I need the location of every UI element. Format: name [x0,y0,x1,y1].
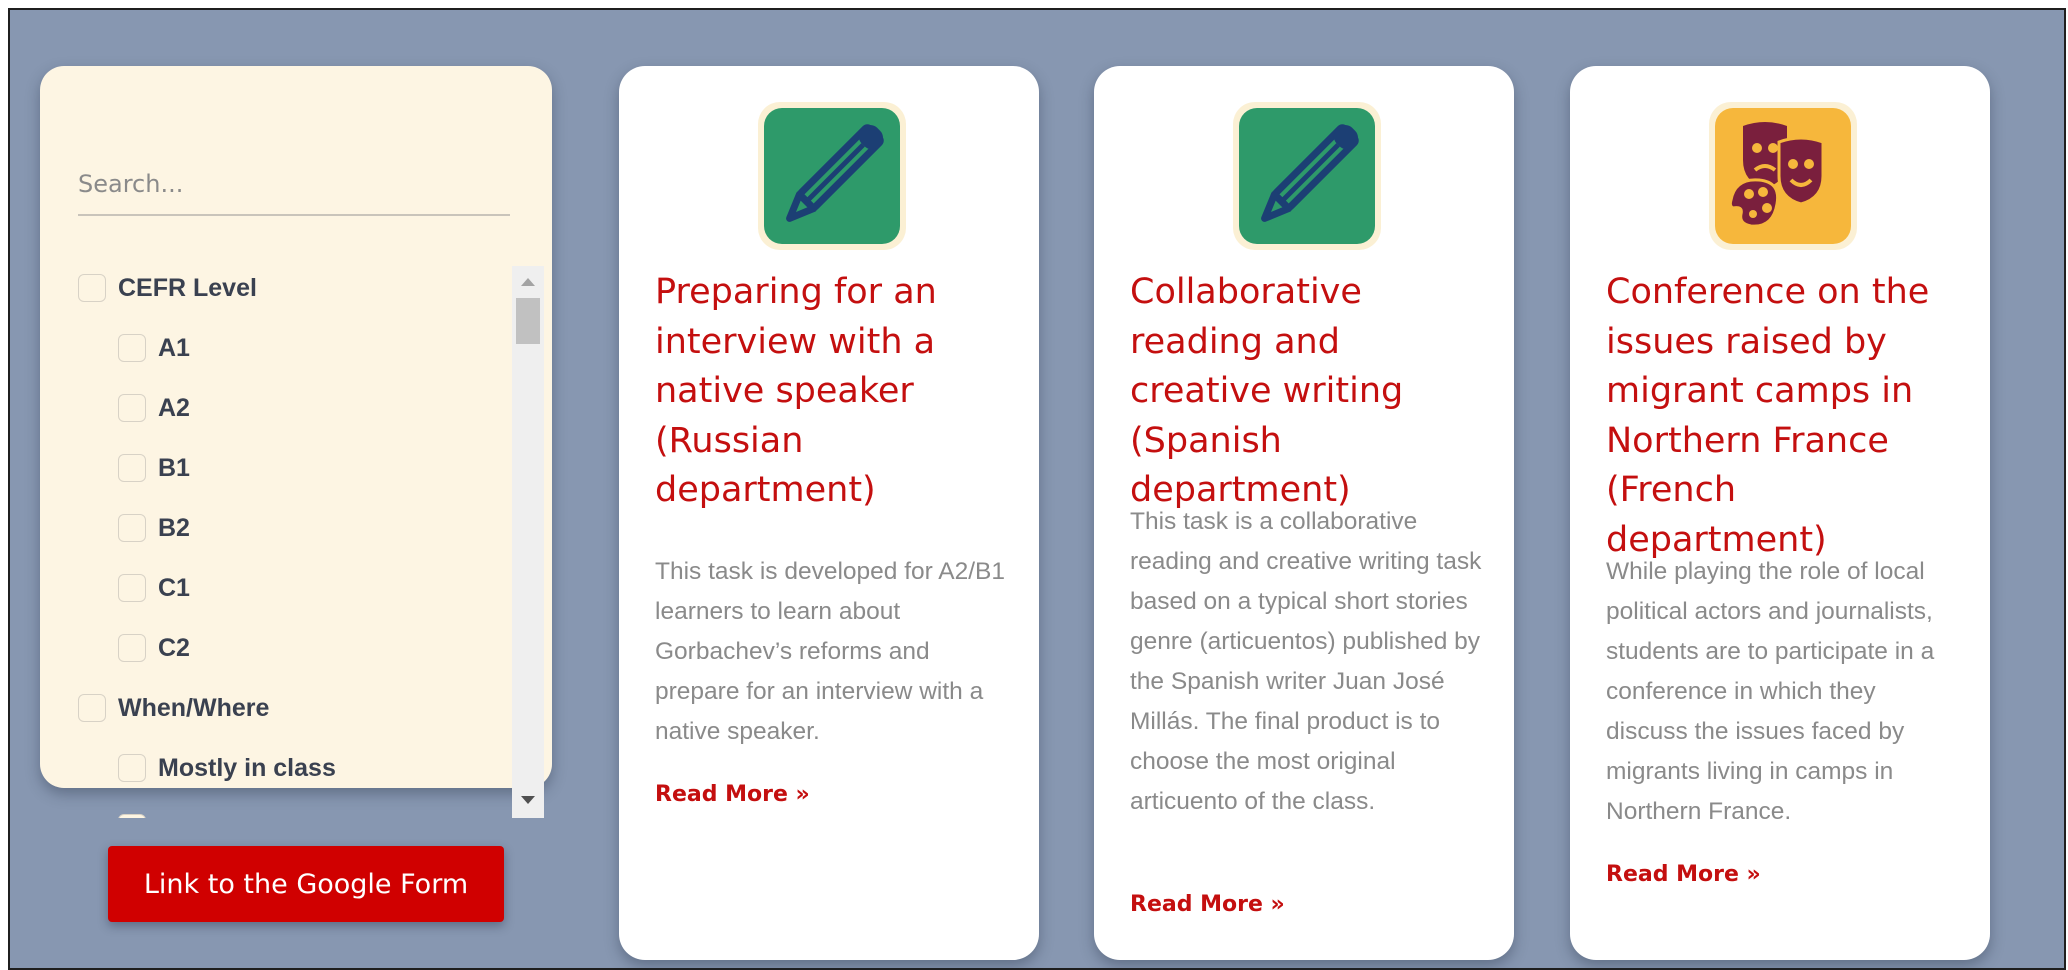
task-card-spanish: Collaborative reading and creative writi… [1094,66,1514,960]
scroll-up-arrow-icon[interactable] [521,278,535,286]
checkbox[interactable] [78,274,106,302]
filter-item-label: B1 [158,453,190,482]
filter-item-label: C2 [158,633,190,662]
filter-item-label: CEFR Level [118,273,257,302]
filter-item-cefr-level[interactable]: CEFR Level [78,268,257,308]
filter-item-label: When/Where [118,693,270,722]
checkbox[interactable] [118,634,146,662]
filter-item-a1[interactable]: A1 [118,328,190,368]
theater-masks-palette-icon [1709,102,1857,250]
filter-item-mostly-in-class[interactable]: Mostly in class [118,748,336,788]
search-input[interactable] [78,160,510,216]
card-description: This task is a collaborative reading and… [1130,508,1482,815]
filter-item-label: A1 [158,333,190,362]
pencil-icon [1233,102,1381,250]
filter-item-label: Mostly in class [158,753,336,782]
card-description: While playing the role of local politica… [1606,558,1935,825]
read-more-link[interactable]: Read More » [1130,892,1285,917]
filter-item-when-where[interactable]: When/Where [78,688,269,728]
card-description: This task is developed for A2/B1 learner… [655,558,1005,745]
page-background: CEFR Level A1 A2 B1 B2 C1 [8,8,2066,970]
filter-item-c1[interactable]: C1 [118,568,190,608]
task-card-french: Conference on the issues raised by migra… [1570,66,1990,960]
checkbox[interactable] [118,334,146,362]
checkbox[interactable] [118,514,146,542]
filter-item-label: C1 [158,573,190,602]
pencil-icon [758,102,906,250]
card-title[interactable]: Preparing for an interview with a native… [655,268,1015,516]
read-more-link[interactable]: Read More » [655,782,810,807]
checkbox[interactable] [118,814,146,818]
filter-item-b2[interactable]: B2 [118,508,190,548]
scroll-thumb[interactable] [516,298,540,344]
checkbox[interactable] [118,574,146,602]
filter-item-partial[interactable] [118,808,158,818]
filter-item-b1[interactable]: B1 [118,448,190,488]
filter-item-a2[interactable]: A2 [118,388,190,428]
checkbox[interactable] [118,754,146,782]
filter-panel: CEFR Level A1 A2 B1 B2 C1 [40,66,552,818]
filter-item-label: A2 [158,393,190,422]
filter-list: CEFR Level A1 A2 B1 B2 C1 C2 When/Where … [78,262,478,818]
task-card-russian: Preparing for an interview with a native… [619,66,1039,960]
filter-scrollbar[interactable] [512,266,544,818]
google-form-link-button[interactable]: Link to the Google Form [108,846,504,922]
card-title[interactable]: Conference on the issues raised by migra… [1606,268,1966,565]
scroll-down-arrow-icon[interactable] [521,796,535,804]
checkbox[interactable] [118,454,146,482]
filter-item-label: B2 [158,513,190,542]
card-title[interactable]: Collaborative reading and creative writi… [1130,268,1490,516]
checkbox[interactable] [78,694,106,722]
checkbox[interactable] [118,394,146,422]
filter-item-c2[interactable]: C2 [118,628,190,668]
read-more-link[interactable]: Read More » [1606,862,1761,887]
